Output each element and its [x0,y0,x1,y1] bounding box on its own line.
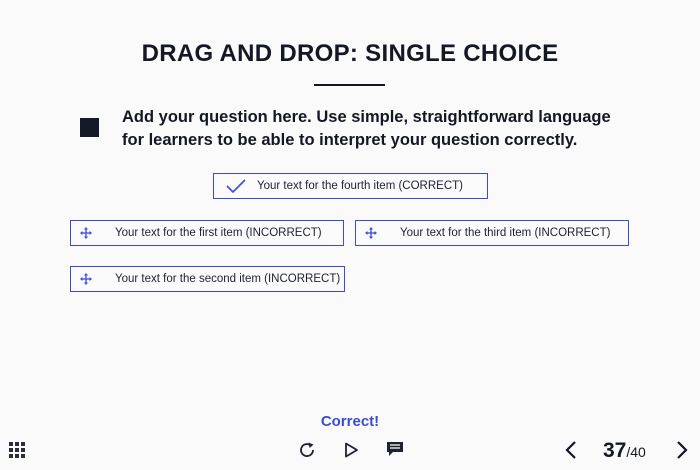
feedback-message: Correct! [320,413,380,430]
chevron-left-icon [565,440,577,465]
total-pages: /40 [626,444,646,460]
play-icon [343,442,359,463]
move-icon [364,227,378,239]
checkmark-icon [219,179,253,193]
chevron-right-icon [676,440,688,465]
move-icon [79,227,93,239]
answer-item-label: Your text for the fourth item (CORRECT) [257,180,464,192]
replay-icon [298,441,316,464]
menu-button[interactable] [8,441,26,463]
current-page-number: 37 [603,439,627,462]
answer-item-label: Your text for the third item (INCORRECT) [400,227,611,239]
previous-slide-button[interactable] [561,440,581,464]
answer-item-third[interactable]: Your text for the third item (INCORRECT) [355,220,629,246]
question-text: Add your question here. Use simple, stra… [122,108,611,149]
grid-menu-icon [9,441,25,463]
notes-icon [386,441,404,463]
notes-button[interactable] [384,441,406,463]
page-counter: 37 /40 [603,439,646,465]
play-button[interactable] [340,441,362,463]
answer-item-fourth-correct[interactable]: Your text for the fourth item (CORRECT) [213,173,488,199]
answer-item-first[interactable]: Your text for the first item (INCORRECT) [70,220,344,246]
answer-item-label: Your text for the second item (INCORRECT… [115,273,341,285]
next-slide-button[interactable] [672,440,692,464]
question-marker-icon [80,118,99,137]
move-icon [79,273,93,285]
title-underline [314,84,385,86]
answer-item-second[interactable]: Your text for the second item (INCORRECT… [70,266,345,292]
answer-item-label: Your text for the first item (INCORRECT) [115,227,322,239]
replay-button[interactable] [296,441,318,463]
slide-title: DRAG AND DROP: SINGLE CHOICE [141,40,559,67]
